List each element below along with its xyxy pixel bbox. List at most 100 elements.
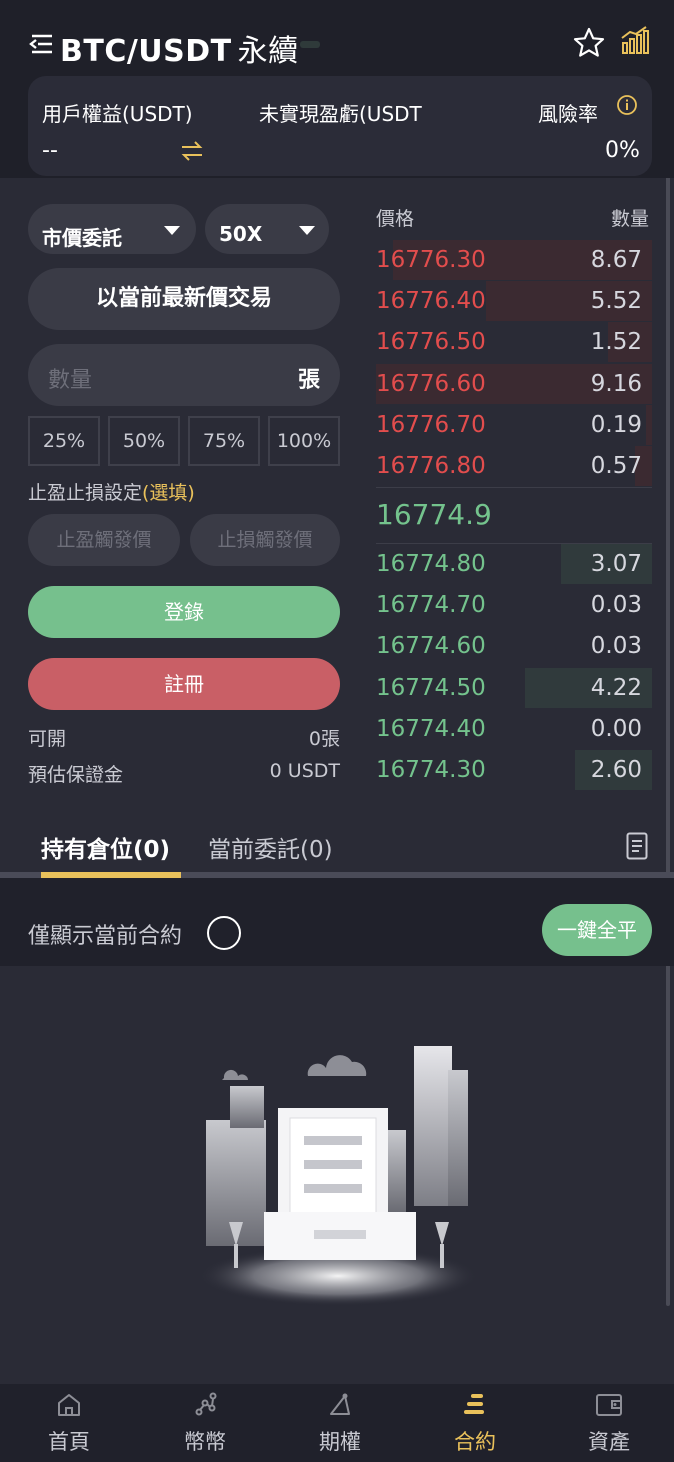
orderbook-price: 16774.30 [376, 757, 486, 783]
position-filter-bar: 僅顯示當前合約 一鍵全平 [0, 878, 674, 966]
orderbook-price: 16774.80 [376, 551, 486, 577]
orderbook-price: 16774.60 [376, 633, 486, 660]
swap-icon[interactable] [180, 140, 204, 162]
margin-value: 0 USDT [269, 760, 340, 782]
ask-row[interactable]: 16776.40 5.52 [376, 281, 652, 322]
order-history-icon[interactable] [626, 832, 648, 860]
ask-row[interactable]: 16776.60 9.16 [376, 363, 652, 404]
orderbook-price: 16776.40 [376, 288, 486, 315]
bid-row[interactable]: 16774.70 0.03 [376, 585, 652, 625]
quantity-unit: 張 [297, 368, 320, 393]
orderbook-price: 16776.60 [376, 370, 486, 397]
info-icon[interactable] [616, 94, 638, 116]
percent-50-button[interactable]: 50% [108, 416, 180, 466]
nav-options[interactable]: 期權 [273, 1384, 407, 1462]
close-all-button[interactable]: 一鍵全平 [542, 904, 652, 956]
orderbook-price: 16776.30 [376, 247, 486, 273]
bottom-nav: 首頁 幣幣 期權 合約 資產 [0, 1384, 674, 1462]
chevron-down-icon [299, 226, 315, 235]
star-icon[interactable] [572, 26, 606, 60]
last-price[interactable]: 16774.9 [376, 498, 492, 531]
orderbook-qty-header: 數量 [611, 208, 650, 230]
unrealized-pnl-label: 未實現盈虧(USDT [259, 102, 422, 126]
tpsl-optional-hint: (選填) [142, 482, 195, 504]
bid-row[interactable]: 16774.40 0.00 [376, 709, 652, 749]
tpsl-title-text: 止盈止損設定 [28, 482, 143, 504]
equity-value: -- [42, 138, 58, 163]
orderbook-price: 16776.50 [376, 329, 486, 356]
quantity-placeholder: 數量 [48, 368, 93, 393]
orderbook-qty: 0.57 [590, 453, 642, 479]
orderbook-qty: 0.03 [590, 592, 642, 619]
orderbook-qty: 3.07 [590, 551, 642, 577]
bid-row[interactable]: 16774.60 0.03 [376, 626, 652, 666]
orderbook-qty: 0.03 [590, 633, 642, 660]
risk-value: 0% [605, 138, 640, 163]
nav-spot[interactable]: 幣幣 [138, 1384, 272, 1462]
leverage-select[interactable]: 50X [205, 204, 329, 254]
current-contract-only-label: 僅顯示當前合約 [28, 924, 183, 949]
menu-icon[interactable] [28, 32, 58, 56]
bid-row[interactable]: 16774.50 4.22 [376, 667, 652, 708]
orderbook-price: 16774.40 [376, 715, 486, 742]
login-button[interactable]: 登錄 [28, 586, 340, 638]
contract-type: 永續 [237, 34, 299, 69]
spot-icon [195, 1392, 217, 1416]
nav-home-label: 首頁 [48, 1430, 90, 1454]
tpsl-title: 止盈止損設定(選填) [28, 478, 195, 505]
ask-row[interactable]: 16776.80 0.57 [376, 446, 652, 486]
contract-icon [464, 1394, 484, 1414]
orderbook-qty: 9.16 [590, 370, 642, 397]
orderbook-qty: 0.19 [590, 411, 642, 438]
orderbook-price: 16776.80 [376, 453, 486, 479]
page-scrollbar[interactable] [666, 6, 670, 1306]
percent-75-button[interactable]: 75% [188, 416, 260, 466]
orderbook-price-header: 價格 [376, 208, 415, 230]
nav-contract[interactable]: 合約 [408, 1384, 542, 1462]
nav-spot-label: 幣幣 [184, 1430, 226, 1454]
market-price-trade-button[interactable]: 以當前最新價交易 [28, 268, 340, 330]
orderbook-qty: 4.22 [590, 674, 642, 701]
tab-positions[interactable]: 持有倉位(0) [41, 830, 170, 864]
orderbook-qty: 0.00 [590, 715, 642, 742]
nav-home[interactable]: 首頁 [2, 1384, 136, 1462]
ask-row[interactable]: 16776.30 8.67 [376, 240, 652, 280]
bid-row[interactable]: 16774.80 3.07 [376, 544, 652, 584]
nav-assets-label: 資產 [588, 1430, 630, 1454]
wallet-icon [596, 1394, 622, 1416]
orderbook-price: 16776.70 [376, 411, 486, 438]
account-summary-card: 用戶權益(USDT) -- 未實現盈虧(USDT 風險率 0% [28, 76, 652, 176]
kline-chart-icon[interactable] [620, 26, 650, 56]
order-type-select[interactable]: 市價委託 [28, 204, 196, 254]
equity-label: 用戶權益(USDT) [42, 102, 193, 126]
chevron-down-icon [164, 226, 180, 235]
nav-assets[interactable]: 資產 [542, 1384, 674, 1462]
tab-open-orders[interactable]: 當前委託(0) [208, 830, 333, 864]
price-change-badge [300, 41, 320, 48]
available-label: 可開 [28, 728, 67, 750]
register-button[interactable]: 註冊 [28, 658, 340, 710]
stop-loss-trigger-input[interactable]: 止損觸發價 [190, 514, 340, 566]
bid-row[interactable]: 16774.30 2.60 [376, 750, 652, 790]
orderbook-qty: 1.52 [590, 329, 642, 356]
depth-bar [646, 404, 652, 445]
percent-25-button[interactable]: 25% [28, 416, 100, 466]
risk-label: 風險率 [538, 102, 598, 126]
ask-row[interactable]: 16776.70 0.19 [376, 404, 652, 445]
order-type-value: 市價委託 [42, 226, 122, 250]
quantity-input[interactable]: 數量 張 [28, 344, 340, 406]
orderbook-qty: 2.60 [590, 757, 642, 783]
margin-label: 預估保證金 [28, 764, 124, 786]
nav-options-label: 期權 [319, 1430, 361, 1454]
current-contract-only-radio[interactable] [207, 916, 241, 950]
orderbook-qty: 8.67 [590, 247, 642, 273]
percent-100-button[interactable]: 100% [268, 416, 340, 466]
home-icon [58, 1394, 80, 1416]
ask-row[interactable]: 16776.50 1.52 [376, 322, 652, 363]
empty-state-illustration [198, 1046, 478, 1306]
header: BTC/USDT 永續 用戶權益(USDT) -- 未實現盈虧(USDT 風險率 … [0, 0, 674, 178]
orderbook-qty: 5.52 [590, 288, 642, 315]
take-profit-trigger-input[interactable]: 止盈觸發價 [28, 514, 180, 566]
nav-contract-label: 合約 [454, 1430, 496, 1454]
pair-title[interactable]: BTC/USDT 永續 [60, 26, 299, 70]
